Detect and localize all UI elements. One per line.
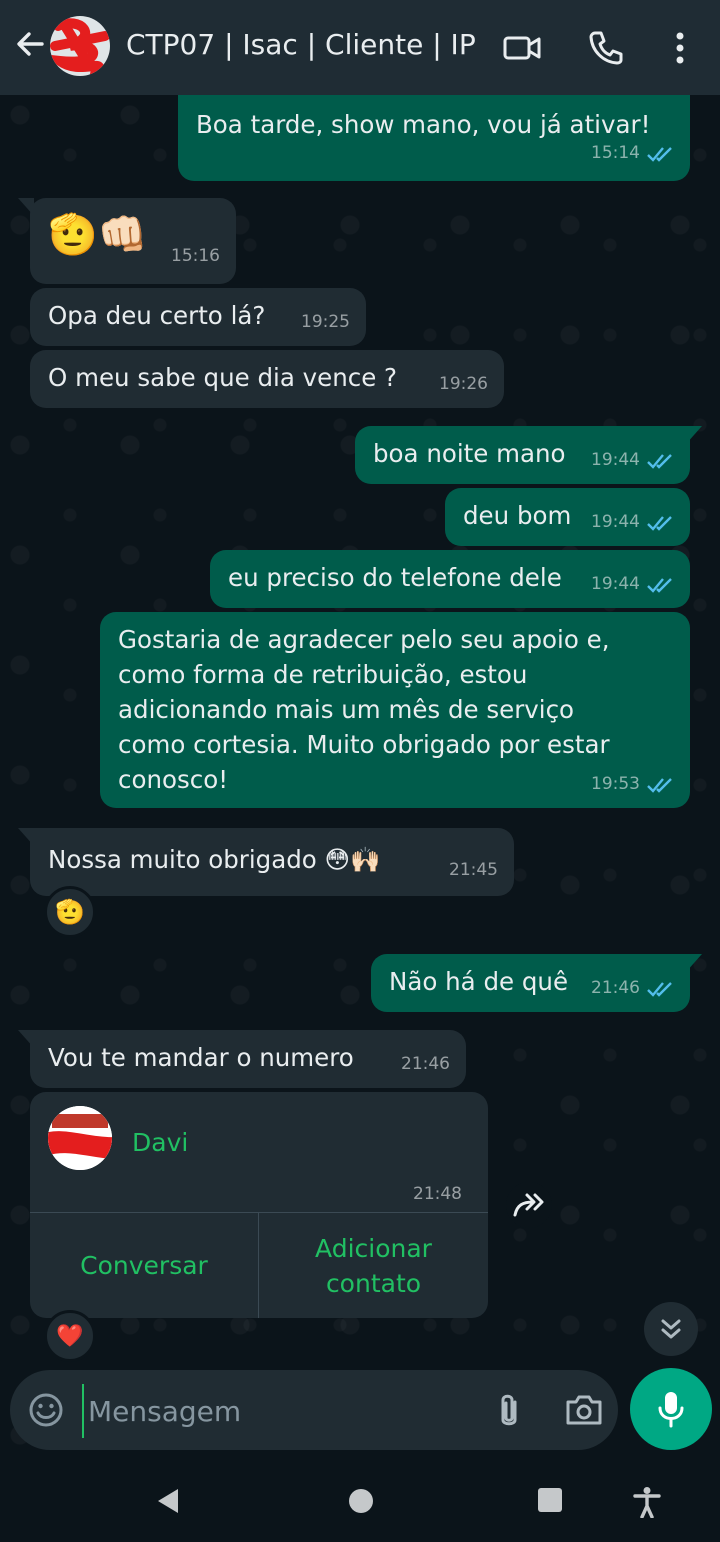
chat-with-contact-button[interactable]: Conversar [30, 1213, 258, 1318]
message-text: Opa deu certo lá? [48, 301, 266, 330]
more-vert-icon[interactable] [660, 28, 700, 68]
add-contact-button[interactable]: Adicionar contato [259, 1213, 488, 1318]
back-arrow-icon[interactable] [12, 26, 48, 62]
read-ticks-icon [647, 577, 672, 593]
message-bubble-outgoing[interactable]: deu bom 19:44 [445, 488, 690, 546]
message-input[interactable] [82, 1384, 470, 1438]
message-text: eu preciso do telefone dele [228, 563, 562, 592]
message-text: O meu sabe que dia vence ? [48, 363, 398, 392]
chat-header: CTP07 | Isac | Cliente | IP [0, 0, 720, 95]
double-chevron-down-icon [661, 1319, 681, 1339]
message-time: 15:16 [171, 246, 220, 266]
message-reaction[interactable]: ❤️ [44, 1310, 96, 1362]
contact-name[interactable]: Davi [132, 1128, 188, 1157]
bubble-tail [686, 426, 702, 444]
message-text: Vou te mandar o numero [48, 1043, 354, 1072]
nav-home-icon[interactable] [346, 1486, 376, 1516]
message-bubble-incoming[interactable]: 🫡👊🏻 15:16 [18, 198, 236, 284]
read-ticks-icon [647, 981, 672, 997]
bubble-tail [18, 1030, 34, 1048]
message-time: 21:46 [591, 978, 640, 998]
message-time: 21:45 [449, 860, 498, 880]
redacted-avatar-scribble [50, 16, 110, 76]
message-time: 15:14 [591, 143, 640, 163]
contact-avatar [48, 1106, 112, 1170]
message-time: 19:44 [591, 512, 640, 532]
redacted-avatar-scribble [48, 1106, 112, 1170]
message-bubble-incoming[interactable]: Vou te mandar o numero 21:46 [18, 1030, 466, 1088]
nav-recents-icon[interactable] [536, 1486, 564, 1514]
microphone-icon [658, 1392, 684, 1428]
message-text: Gostaria de agradecer pelo seu apoio e, … [118, 625, 610, 794]
voice-message-button[interactable] [630, 1368, 712, 1450]
message-time: 19:26 [439, 374, 488, 394]
message-time: 19:44 [591, 450, 640, 470]
bubble-tail [18, 828, 34, 846]
message-time: 21:46 [401, 1054, 450, 1074]
message-composer [10, 1370, 618, 1450]
bubble-tail [18, 198, 34, 216]
message-bubble-outgoing[interactable]: eu preciso do telefone dele 19:44 [210, 550, 690, 608]
chat-title[interactable]: CTP07 | Isac | Cliente | IP [126, 28, 476, 61]
message-bubble-outgoing[interactable]: Gostaria de agradecer pelo seu apoio e, … [100, 612, 690, 808]
read-ticks-icon [647, 453, 672, 469]
forward-button[interactable] [506, 1182, 552, 1228]
message-reaction[interactable]: 🫡 [44, 886, 96, 938]
message-time: 19:44 [591, 574, 640, 594]
read-ticks-icon [647, 515, 672, 531]
message-text: boa noite mano [373, 439, 566, 468]
forward-icon [513, 1193, 544, 1217]
video-call-icon[interactable] [502, 28, 542, 68]
system-navigation-bar [0, 1460, 720, 1542]
nav-back-icon[interactable] [154, 1486, 182, 1516]
message-bubble-incoming[interactable]: O meu sabe que dia vence ? 19:26 [30, 350, 504, 408]
message-text: Não há de quê [389, 967, 569, 996]
message-time: 19:25 [301, 312, 350, 332]
message-bubble-incoming[interactable]: Opa deu certo lá? 19:25 [30, 288, 366, 346]
camera-icon[interactable] [564, 1390, 604, 1430]
message-text: 🫡👊🏻 [48, 212, 148, 258]
message-time: 21:48 [413, 1184, 462, 1204]
message-bubble-outgoing[interactable]: boa noite mano 19:44 [355, 426, 702, 484]
contact-card[interactable]: Davi 21:48 Conversar Adicionar contato [30, 1092, 488, 1318]
message-time: 19:53 [591, 774, 640, 794]
avatar[interactable] [50, 16, 110, 76]
accessibility-icon[interactable] [632, 1486, 662, 1518]
scroll-to-bottom-button[interactable] [644, 1302, 698, 1356]
attach-icon[interactable] [492, 1392, 526, 1430]
bubble-tail [686, 954, 702, 972]
emoji-icon[interactable] [28, 1392, 64, 1428]
read-ticks-icon [647, 146, 672, 162]
message-bubble-outgoing[interactable]: Boa tarde, show mano, vou já ativar! 15:… [178, 95, 690, 181]
message-text: deu bom [463, 501, 572, 530]
message-text: Boa tarde, show mano, vou já ativar! [196, 110, 651, 139]
read-ticks-icon [647, 777, 672, 793]
phone-icon[interactable] [586, 28, 626, 68]
message-bubble-outgoing[interactable]: Não há de quê 21:46 [371, 954, 702, 1012]
message-text: Nossa muito obrigado 😳🙌🏻 [48, 845, 381, 874]
message-bubble-incoming[interactable]: Nossa muito obrigado 😳🙌🏻 21:45 [18, 828, 514, 896]
